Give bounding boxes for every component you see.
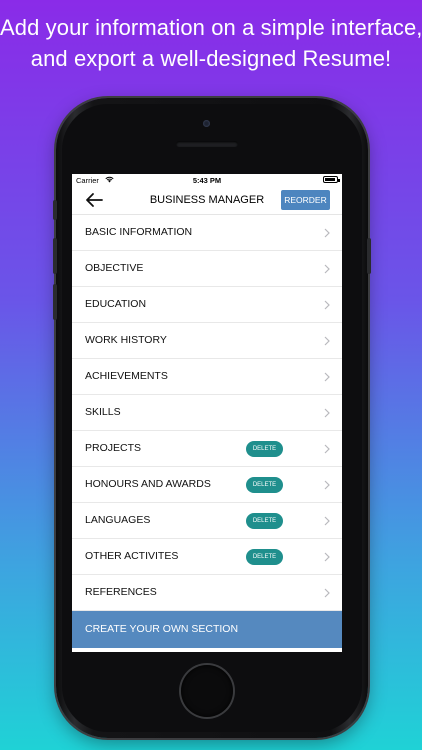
section-label: WORK HISTORY (85, 334, 167, 346)
chevron-right-icon (324, 372, 330, 382)
section-row[interactable]: ACHIEVEMENTS (72, 359, 342, 395)
section-row[interactable]: EDUCATION (72, 287, 342, 323)
earpiece-speaker (176, 141, 238, 147)
chevron-right-icon (324, 228, 330, 238)
section-label: LANGUAGES (85, 514, 151, 526)
mute-switch (53, 200, 57, 220)
delete-section-button[interactable]: DELETE (246, 549, 283, 565)
delete-section-button[interactable]: DELETE (246, 477, 283, 493)
section-label: PROJECTS (85, 442, 142, 454)
section-label: ACHIEVEMENTS (85, 370, 168, 382)
section-label: BASIC INFORMATION (85, 226, 193, 238)
chevron-right-icon (324, 408, 330, 418)
chevron-right-icon (324, 300, 330, 310)
reorder-button[interactable]: REORDER (281, 190, 330, 210)
chevron-right-icon (324, 264, 330, 274)
section-row[interactable]: HONOURS AND AWARDS DELETE (72, 467, 342, 503)
home-button[interactable] (181, 665, 233, 717)
section-row[interactable]: LANGUAGES DELETE (72, 503, 342, 539)
section-row[interactable]: WORK HISTORY (72, 323, 342, 359)
delete-section-button[interactable]: DELETE (246, 513, 283, 529)
delete-section-button[interactable]: DELETE (246, 441, 283, 457)
section-label: OTHER ACTIVITES (85, 550, 179, 562)
volume-down-button (53, 284, 57, 320)
section-row[interactable]: BASIC INFORMATION (72, 215, 342, 251)
status-bar: Carrier 5:43 PM (72, 174, 342, 186)
section-row[interactable]: PROJECTS DELETE (72, 431, 342, 467)
section-row[interactable]: REFERENCES (72, 575, 342, 611)
chevron-right-icon (324, 588, 330, 598)
headline-line-1: Add your information on a simple interfa… (0, 15, 422, 40)
promo-headline: Add your information on a simple interfa… (0, 12, 422, 74)
section-list: BASIC INFORMATION OBJECTIVE EDUCATION WORK … (72, 214, 342, 611)
section-label: HONOURS AND AWARDS (85, 478, 211, 490)
section-label: OBJECTIVE (85, 262, 144, 274)
app-screen: Carrier 5:43 PM BUSINESS MANAGER REORDER… (72, 174, 342, 652)
volume-up-button (53, 238, 57, 274)
chevron-right-icon (324, 336, 330, 346)
section-label: REFERENCES (85, 586, 157, 598)
navigation-bar: BUSINESS MANAGER REORDER (72, 186, 342, 214)
chevron-right-icon (324, 552, 330, 562)
headline-line-2: and export a well-designed Resume! (30, 46, 392, 71)
status-time: 5:43 PM (192, 176, 222, 185)
front-camera (203, 120, 210, 127)
power-button (367, 238, 371, 274)
section-row[interactable]: OTHER ACTIVITES DELETE (72, 539, 342, 575)
section-row[interactable]: SKILLS (72, 395, 342, 431)
section-label: EDUCATION (85, 298, 147, 310)
battery-icon (323, 176, 340, 183)
chevron-right-icon (324, 516, 330, 526)
chevron-right-icon (324, 444, 330, 454)
section-label: SKILLS (85, 406, 121, 418)
section-row[interactable]: OBJECTIVE (72, 251, 342, 287)
create-own-section-button[interactable]: CREATE YOUR OWN SECTION (72, 611, 342, 648)
chevron-right-icon (324, 480, 330, 490)
